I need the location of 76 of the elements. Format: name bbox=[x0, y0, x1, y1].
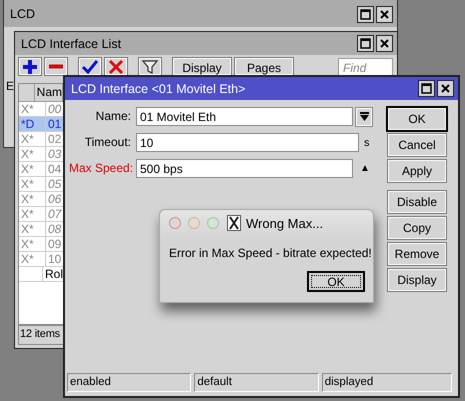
remove-icon bbox=[48, 64, 64, 69]
checkmark-icon bbox=[82, 60, 98, 74]
text-field[interactable]: 01 Movitel Eth bbox=[136, 107, 353, 126]
flag-text: X* bbox=[21, 147, 34, 161]
close-icon bbox=[440, 83, 451, 94]
maximize-icon bbox=[421, 83, 432, 94]
status-cell: displayed bbox=[322, 373, 452, 392]
field-label: Max Speed: bbox=[69, 161, 131, 176]
close-button[interactable] bbox=[376, 35, 393, 52]
enable-button[interactable] bbox=[79, 58, 101, 75]
maximize-button[interactable] bbox=[357, 35, 374, 52]
table-cell: 04 bbox=[48, 162, 62, 176]
table-cell: 01 bbox=[48, 117, 62, 131]
table-cell: 02 bbox=[48, 132, 62, 146]
flag-text: X* bbox=[21, 162, 34, 176]
table-cell: 10 bbox=[48, 252, 62, 266]
dialog-button[interactable]: Cancel bbox=[388, 134, 446, 156]
table-cell: 03 bbox=[48, 147, 62, 161]
dropdown-icon bbox=[360, 112, 368, 121]
label-text: E bbox=[6, 79, 14, 93]
close-icon bbox=[379, 38, 390, 49]
filter-button[interactable] bbox=[139, 58, 161, 75]
window-controls-icon bbox=[168, 216, 222, 230]
spinner-toggle[interactable]: ▲ bbox=[360, 163, 370, 174]
table-row[interactable]: *D 01 bbox=[19, 117, 63, 132]
dialog-button[interactable]: Display bbox=[388, 269, 446, 291]
text-field[interactable]: 10 bbox=[136, 133, 359, 152]
window-title: LCD Interface <01 Movitel Eth> bbox=[71, 82, 246, 96]
window-title: LCD bbox=[10, 7, 36, 21]
close-button[interactable] bbox=[376, 6, 393, 22]
close-icon bbox=[379, 8, 390, 20]
unit-text: s bbox=[364, 136, 370, 148]
flag-text: X* bbox=[21, 222, 34, 236]
flag-text: X* bbox=[21, 192, 34, 206]
flag-text: *D bbox=[21, 117, 34, 131]
field-label: Timeout: bbox=[84, 135, 131, 150]
close-button[interactable] bbox=[437, 80, 454, 97]
table-cell: 00 bbox=[48, 102, 62, 116]
status-cell: default bbox=[194, 373, 319, 392]
maximize-button[interactable] bbox=[418, 80, 435, 97]
dialog-title: Wrong Max... bbox=[246, 216, 324, 230]
field-label: Name: bbox=[94, 109, 131, 124]
add-icon bbox=[22, 60, 38, 74]
ok-button[interactable]: OK bbox=[307, 271, 365, 292]
flag-text: X* bbox=[21, 177, 34, 191]
flag-text: X* bbox=[21, 237, 34, 251]
flag-text: X* bbox=[21, 102, 34, 116]
maximize-icon bbox=[360, 38, 371, 49]
table-cell: Rol bbox=[44, 267, 63, 281]
disable-button[interactable] bbox=[105, 58, 127, 75]
table-cell: 05 bbox=[48, 177, 62, 191]
dropdown-button[interactable] bbox=[356, 108, 372, 126]
dialog-button[interactable]: Disable bbox=[388, 191, 446, 213]
table-cell: 09 bbox=[48, 237, 62, 251]
add-button[interactable] bbox=[19, 58, 41, 75]
app-icon bbox=[227, 215, 241, 231]
maximize-button[interactable] bbox=[357, 6, 374, 22]
dialog-button[interactable]: Copy bbox=[388, 217, 446, 239]
table-cell: 06 bbox=[48, 192, 62, 206]
status-cell: enabled bbox=[67, 373, 192, 392]
table-cell: 08 bbox=[48, 222, 62, 236]
window-title: LCD Interface List bbox=[21, 36, 122, 50]
toolbar-button[interactable]: Pages bbox=[235, 58, 293, 75]
flag-text: X* bbox=[21, 207, 34, 221]
error-message: Error in Max Speed - bitrate expected! bbox=[169, 246, 372, 261]
cross-icon bbox=[108, 60, 124, 74]
flag-text: X* bbox=[21, 132, 34, 146]
dialog-button[interactable]: Remove bbox=[388, 243, 446, 265]
text-field[interactable]: 500 bps bbox=[136, 159, 353, 178]
maximize-icon bbox=[360, 8, 371, 20]
dialog-button[interactable]: Apply bbox=[388, 160, 446, 182]
toolbar-button[interactable]: Display bbox=[173, 58, 231, 75]
flag-text: X* bbox=[21, 252, 34, 266]
table-cell: 07 bbox=[48, 207, 62, 221]
dialog-button[interactable]: OK bbox=[388, 108, 446, 130]
remove-button[interactable] bbox=[45, 58, 67, 75]
